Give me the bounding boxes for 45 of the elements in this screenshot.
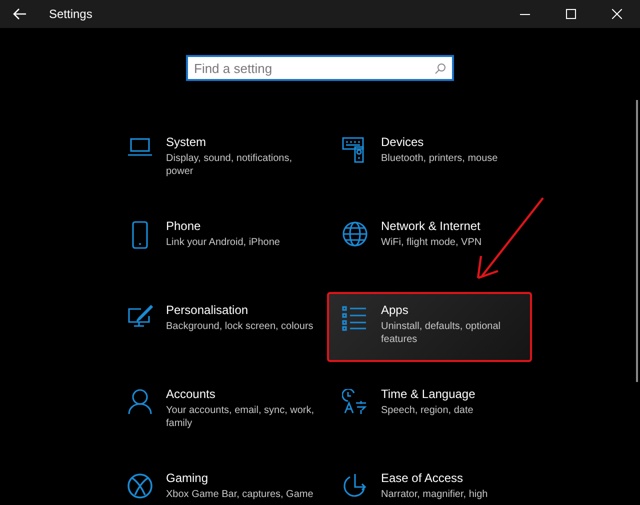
category-description: WiFi, flight mode, VPN — [381, 236, 483, 249]
category-description: Speech, region, date — [381, 404, 474, 417]
category-description: Display, sound, notifications, power — [166, 152, 293, 178]
xbox-icon — [127, 473, 153, 499]
settings-category[interactable]: Gaming Xbox Game Bar, captures, Game — [112, 460, 317, 505]
category-title: Devices — [381, 135, 425, 149]
category-description: Bluetooth, printers, mouse — [381, 152, 499, 165]
search-field[interactable]: Find a setting — [186, 55, 454, 81]
back-arrow-icon — [13, 8, 27, 20]
person-icon — [128, 389, 152, 415]
category-title: Ease of Access — [381, 471, 464, 485]
clock-language-icon — [342, 389, 368, 415]
category-description: Your accounts, email, sync, work, family — [166, 404, 316, 430]
phone-icon — [132, 221, 148, 249]
category-title: Personalisation — [166, 303, 250, 317]
monitor-brush-icon — [127, 305, 153, 329]
settings-category[interactable]: Apps Uninstall, defaults, optional features — [327, 292, 532, 362]
maximize-icon — [566, 9, 576, 19]
settings-category[interactable]: Time & Language Speech, region, date — [327, 376, 532, 446]
category-title: Accounts — [166, 387, 216, 401]
settings-category[interactable]: Accounts Your accounts, email, sync, work, family — [112, 376, 317, 446]
category-description: Link your Android, iPhone — [166, 236, 281, 249]
category-title: Phone — [166, 219, 202, 233]
settings-category[interactable]: Devices Bluetooth, printers, mouse — [327, 124, 532, 194]
category-description: Xbox Game Bar, captures, Game — [166, 488, 314, 501]
settings-category[interactable]: Phone Link your Android, iPhone — [112, 208, 317, 278]
close-icon — [612, 9, 622, 19]
category-title: System — [166, 135, 208, 149]
window-title: Settings — [49, 7, 94, 21]
category-description: Narrator, magnifier, high — [381, 488, 489, 501]
category-title: Time & Language — [381, 387, 476, 401]
category-description: Uninstall, defaults, optional features — [381, 320, 502, 346]
category-title: Apps — [381, 303, 410, 317]
accessibility-dial-icon — [342, 473, 368, 499]
settings-category[interactable]: Personalisation Background, lock screen, colours — [112, 292, 317, 362]
settings-category[interactable]: Network & Internet WiFi, flight mode, VPN — [327, 208, 532, 278]
category-title: Gaming — [166, 471, 210, 485]
list-icon — [342, 305, 368, 331]
globe-icon — [342, 221, 368, 247]
laptop-icon — [127, 137, 153, 157]
settings-category[interactable]: Ease of Access Narrator, magnifier, high — [327, 460, 532, 505]
search-icon — [435, 63, 446, 74]
category-description: Background, lock screen, colours — [166, 320, 314, 333]
settings-category[interactable]: System Display, sound, notifications, power — [112, 124, 317, 194]
category-title: Network & Internet — [381, 219, 482, 233]
